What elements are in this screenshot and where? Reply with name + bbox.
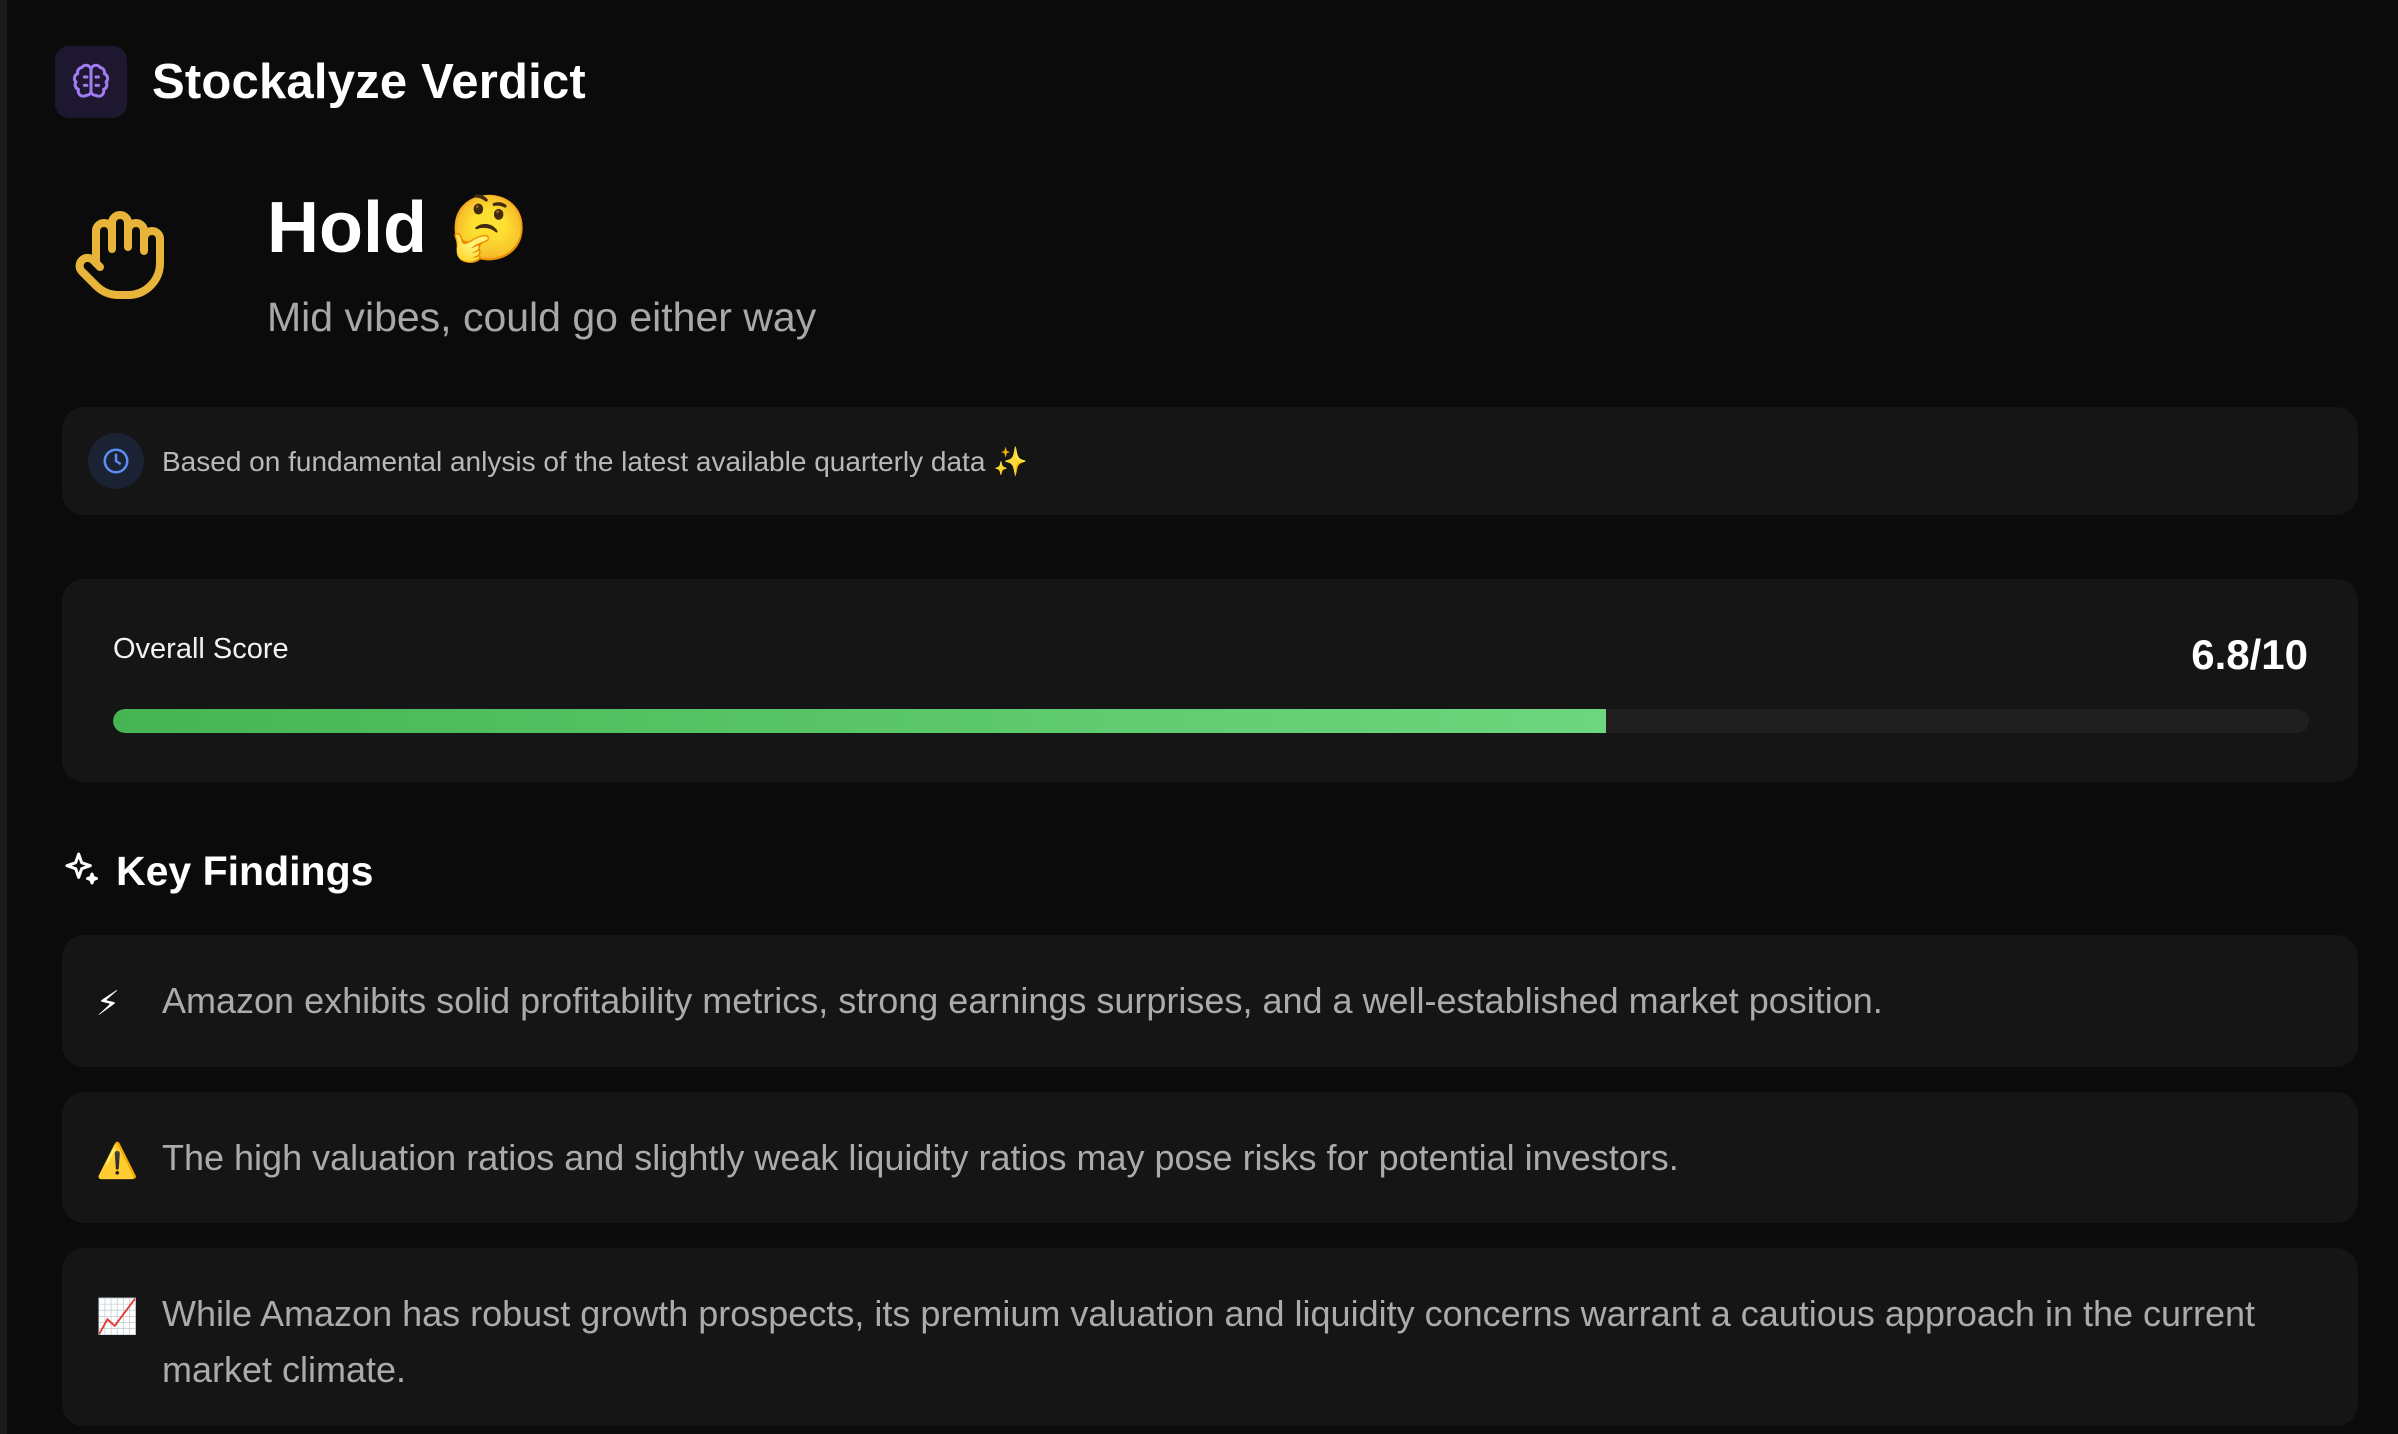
chart-up-icon: 📈 [96, 1298, 139, 1336]
verdict-subtitle: Mid vibes, could go either way [267, 294, 817, 340]
sparkle-icon [62, 849, 102, 894]
finding-text: Amazon exhibits solid profitability metr… [162, 980, 1883, 1021]
key-findings-header: Key Findings [62, 848, 373, 895]
finding-item: ⚡ Amazon exhibits solid profitability me… [62, 935, 2358, 1067]
thinking-face-icon: 🤔 [448, 192, 529, 264]
score-progress-fill [113, 709, 1607, 733]
overall-score-card: Overall Score 6.8/10 [62, 579, 2358, 782]
lightning-icon: ⚡ [96, 985, 120, 1023]
score-progress-bar [113, 709, 2309, 733]
finding-item: ⚠️ The high valuation ratios and slightl… [62, 1092, 2358, 1223]
finding-text: While Amazon has robust growth prospects… [162, 1293, 2256, 1390]
panel-header: Stockalyze Verdict [55, 46, 586, 118]
score-value: 6.8/10 [2191, 631, 2308, 678]
key-findings-title: Key Findings [116, 848, 374, 894]
verdict-summary: Hold 🤔 Mid vibes, could go either way [55, 170, 816, 341]
finding-item: 📈 While Amazon has robust growth prospec… [62, 1248, 2358, 1426]
brain-icon [55, 46, 127, 118]
panel-title: Stockalyze Verdict [152, 55, 586, 109]
data-source-text: Based on fundamental anlysis of the late… [162, 445, 1029, 477]
data-source-note: Based on fundamental anlysis of the late… [62, 407, 2358, 515]
verdict-title: Hold 🤔 [267, 192, 816, 264]
verdict-label: Hold [267, 188, 427, 268]
finding-text: The high valuation ratios and slightly w… [162, 1137, 1679, 1178]
warning-icon: ⚠️ [96, 1142, 139, 1180]
verdict-panel: Stockalyze Verdict Hold 🤔 Mid vibes, cou… [0, 0, 2398, 1434]
hand-icon [55, 190, 185, 320]
score-label: Overall Score [113, 633, 289, 665]
clock-icon [88, 433, 144, 489]
